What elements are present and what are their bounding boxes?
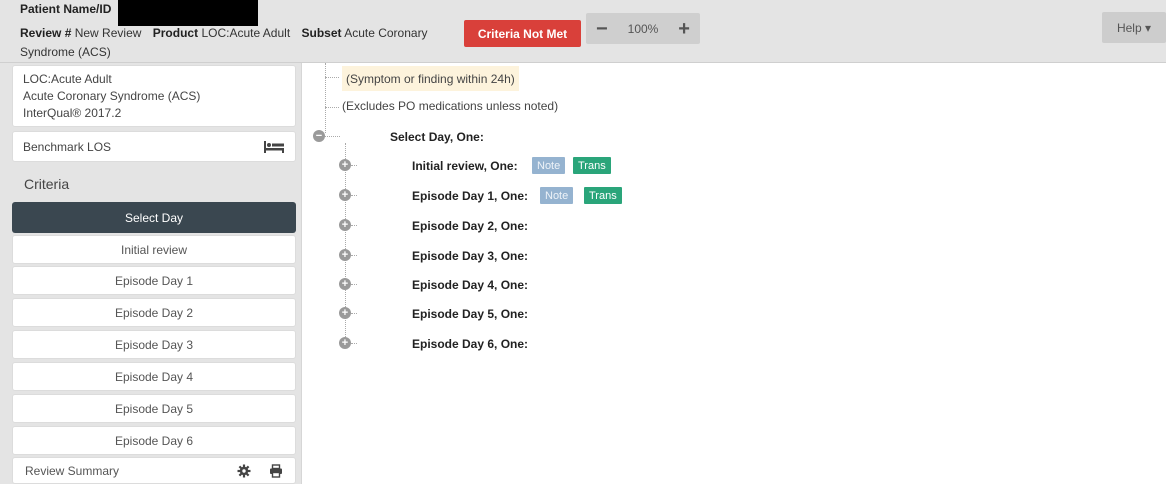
review-info-line: Review # New Review Product LOC:Acute Ad… (20, 26, 428, 40)
sidebar-item-episode-day-4[interactable]: Episode Day 4 (12, 362, 296, 391)
tree-connector (325, 77, 339, 78)
print-icon[interactable] (269, 463, 283, 478)
excludes-note: (Excludes PO medications unless noted) (342, 99, 559, 113)
tree-node-episode-day-6[interactable]: Episode Day 6, One: (412, 337, 528, 351)
sidebar-item-select-day[interactable]: Select Day (12, 202, 296, 233)
benchmark-los-label: Benchmark LOS (23, 139, 112, 154)
tree-connector (351, 284, 357, 285)
tree-connector (351, 165, 357, 166)
criteria-sidebar: LOC:Acute Adult Acute Coronary Syndrome … (0, 63, 302, 484)
tree-node-episode-day-4[interactable]: Episode Day 4, One: (412, 278, 528, 292)
tree-connector (351, 313, 357, 314)
expand-toggle-icon[interactable]: + (339, 159, 351, 171)
sidebar-item-episode-day-6[interactable]: Episode Day 6 (12, 426, 296, 455)
criteria-heading: Criteria (24, 176, 70, 192)
zoom-out-button[interactable]: − (596, 19, 608, 39)
expand-toggle-icon[interactable]: + (339, 307, 351, 319)
bed-icon (264, 140, 284, 153)
note-tag[interactable]: Note (532, 157, 566, 174)
criteria-tree-panel: (Symptom or finding within 24h) (Exclude… (303, 63, 1166, 484)
product-label: Product (152, 26, 199, 40)
product-value: LOC:Acute Adult (201, 26, 291, 40)
zoom-level: 100% (627, 21, 659, 36)
symptom-note: (Symptom or finding within 24h) (342, 66, 519, 91)
trans-tag[interactable]: Trans (573, 157, 611, 174)
subset-value-continued: Syndrome (ACS) (20, 45, 111, 59)
tree-node-initial-review[interactable]: Initial review, One: (412, 159, 518, 173)
help-menu-button[interactable]: Help ▾ (1102, 12, 1166, 43)
expand-toggle-icon[interactable]: + (339, 219, 351, 231)
review-header: Patient Name/ID Review # New Review Prod… (0, 0, 1166, 63)
tree-connector (325, 63, 326, 133)
tree-connector (351, 255, 357, 256)
product-info-box: LOC:Acute Adult Acute Coronary Syndrome … (12, 65, 296, 127)
expand-toggle-icon[interactable]: + (339, 337, 351, 349)
subset-info-line: Acute Coronary Syndrome (ACS) (23, 89, 201, 103)
subset-label: Subset (301, 26, 342, 40)
product-info-line: LOC:Acute Adult (23, 72, 112, 86)
criteria-status-badge: Criteria Not Met (464, 20, 581, 47)
patient-name-label: Patient Name/ID (20, 2, 112, 16)
gear-icon[interactable] (237, 464, 251, 478)
review-summary-label: Review Summary (25, 463, 120, 478)
subset-value: Acute Coronary (344, 26, 428, 40)
zoom-in-button[interactable]: + (678, 19, 690, 39)
tree-node-episode-day-2[interactable]: Episode Day 2, One: (412, 219, 528, 233)
redacted-patient-id (118, 0, 258, 26)
tree-node-select-day: Select Day, One: (390, 130, 484, 144)
sidebar-item-episode-day-1[interactable]: Episode Day 1 (12, 266, 296, 295)
sidebar-item-episode-day-2[interactable]: Episode Day 2 (12, 298, 296, 327)
review-summary-button[interactable]: Review Summary (12, 457, 296, 484)
tree-connector (325, 136, 340, 137)
tree-connector (351, 195, 357, 196)
benchmark-los-button[interactable]: Benchmark LOS (12, 131, 296, 162)
expand-toggle-icon[interactable]: + (339, 189, 351, 201)
collapse-toggle-icon[interactable]: − (313, 130, 325, 142)
version-info-line: InterQual® 2017.2 (23, 106, 122, 120)
tree-node-episode-day-5[interactable]: Episode Day 5, One: (412, 307, 528, 321)
review-number-value: New Review (74, 26, 142, 40)
sidebar-item-episode-day-3[interactable]: Episode Day 3 (12, 330, 296, 359)
tree-node-episode-day-3[interactable]: Episode Day 3, One: (412, 249, 528, 263)
tree-node-episode-day-1[interactable]: Episode Day 1, One: (412, 189, 528, 203)
sidebar-item-initial-review[interactable]: Initial review (12, 235, 296, 264)
tree-connector (325, 107, 339, 108)
zoom-control: − 100% + (586, 13, 700, 44)
note-tag[interactable]: Note (540, 187, 574, 204)
sidebar-item-episode-day-5[interactable]: Episode Day 5 (12, 394, 296, 423)
trans-tag[interactable]: Trans (584, 187, 622, 204)
tree-connector (351, 343, 357, 344)
expand-toggle-icon[interactable]: + (339, 278, 351, 290)
review-number-label: Review # (20, 26, 72, 40)
expand-toggle-icon[interactable]: + (339, 249, 351, 261)
tree-connector (351, 225, 357, 226)
